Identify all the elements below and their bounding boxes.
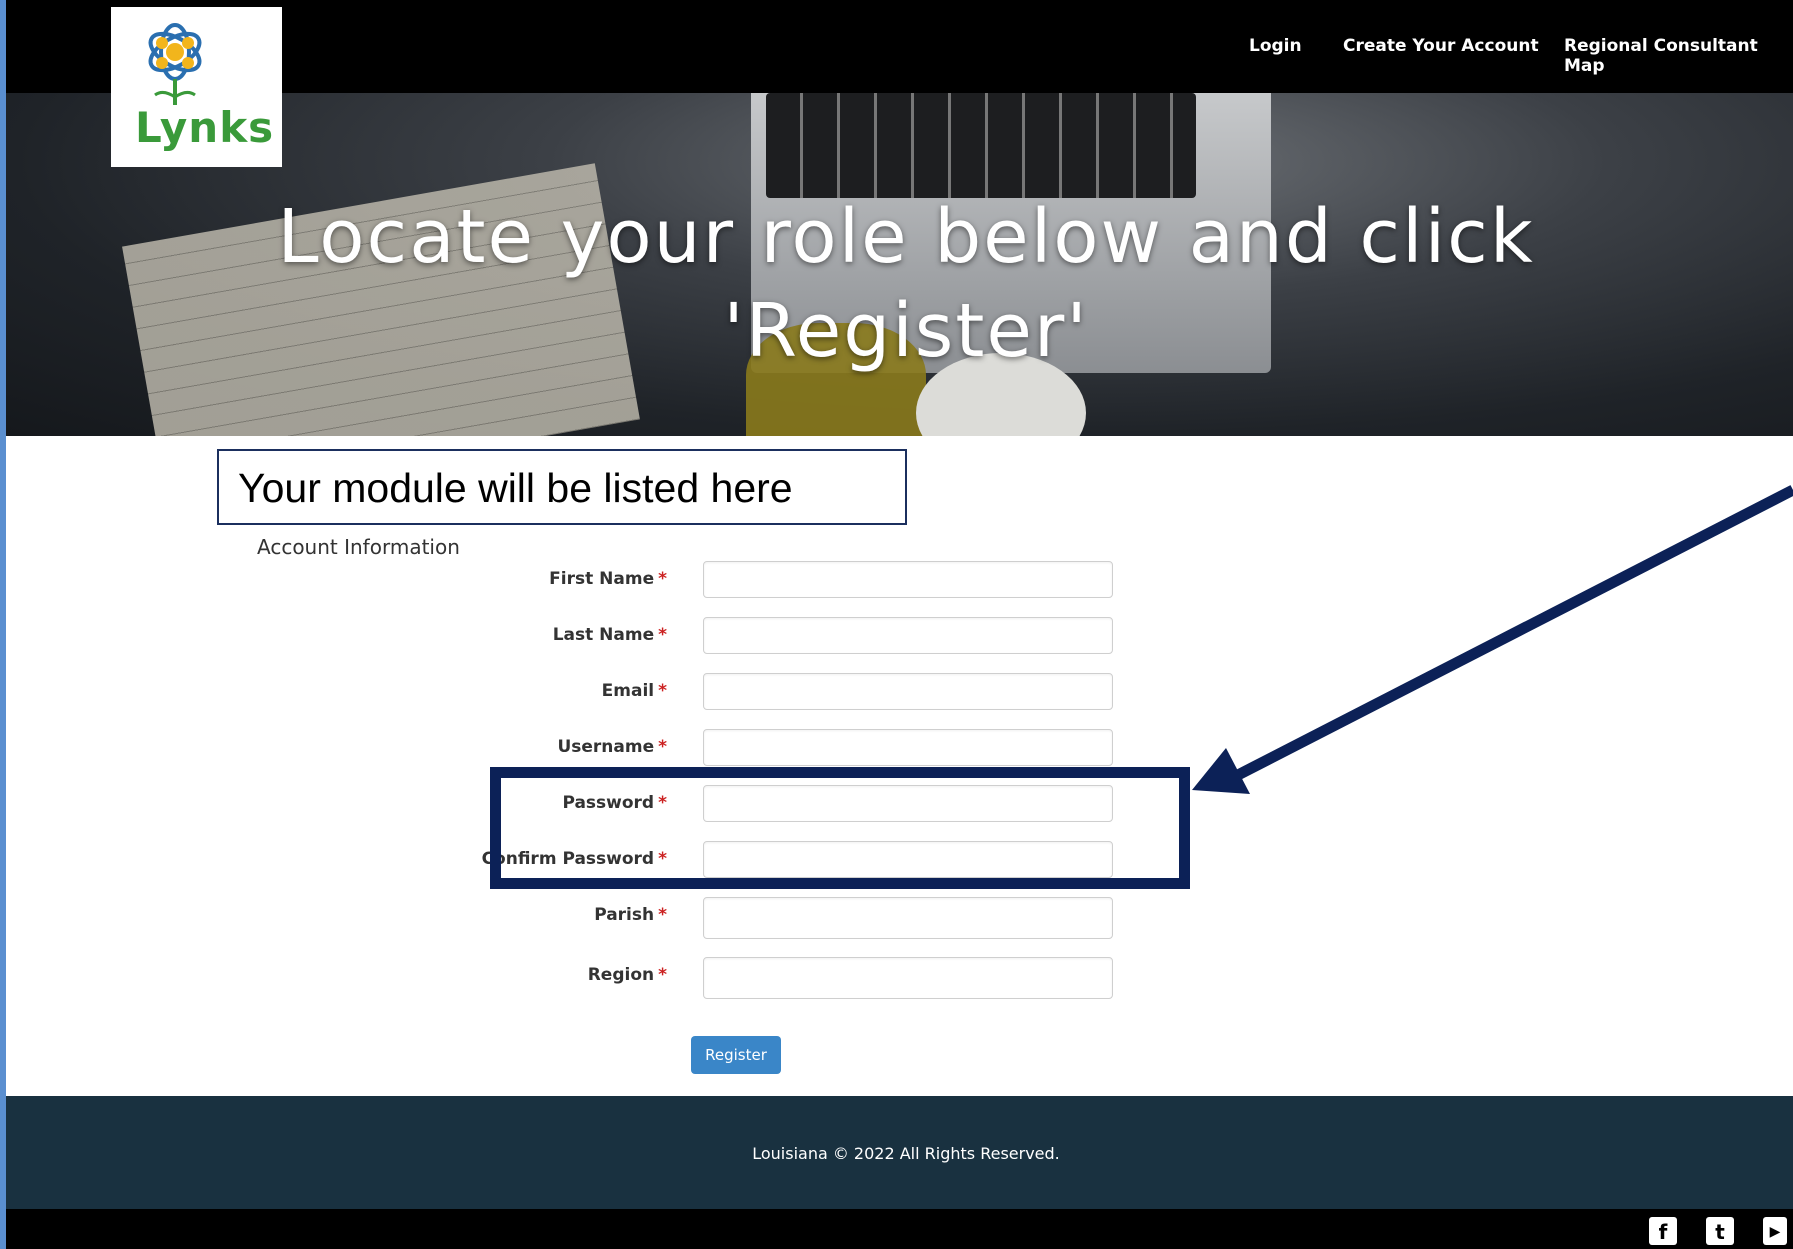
footer-copyright: Louisiana © 2022 All Rights Reserved. (752, 1144, 1060, 1163)
hero-title-line2: 'Register' (723, 288, 1089, 374)
slide: Login Create Your Account Regional Consu… (6, 0, 1793, 1249)
last-name-label-text: Last Name (552, 625, 655, 645)
required-marker: * (658, 737, 667, 757)
required-marker: * (658, 905, 667, 925)
password-input[interactable] (703, 785, 1113, 822)
confirm-password-input[interactable] (703, 841, 1113, 878)
parish-label-text: Parish (594, 905, 655, 925)
hero-title-line1: Locate your role below and click (277, 194, 1535, 280)
logo-text: Lynks (135, 103, 275, 152)
nav-regional-map-link[interactable]: Regional Consultant Map (1564, 36, 1793, 76)
register-button[interactable]: Register (691, 1036, 781, 1074)
region-label: Region * (588, 965, 667, 985)
email-input[interactable] (703, 673, 1113, 710)
parish-label: Parish * (594, 905, 667, 925)
callout-arrow-icon (1192, 485, 1793, 794)
first-name-label-text: First Name (549, 569, 655, 589)
nav-login-link[interactable]: Login (1249, 36, 1302, 56)
first-name-label: First Name * (549, 569, 667, 589)
required-marker: * (658, 569, 667, 589)
required-marker: * (658, 965, 667, 985)
required-marker: * (658, 625, 667, 645)
nav-create-account-link[interactable]: Create Your Account (1343, 36, 1539, 56)
bottom-bar (6, 1209, 1793, 1249)
required-marker: * (658, 849, 667, 869)
site-logo[interactable]: Lynks (111, 7, 282, 167)
last-name-input[interactable] (703, 617, 1113, 654)
confirm-password-label-text: Confirm Password (481, 849, 655, 869)
hero-keyboard-image (766, 93, 1196, 198)
password-label-text: Password (562, 793, 655, 813)
required-marker: * (658, 793, 667, 813)
twitter-icon[interactable]: t (1706, 1217, 1734, 1245)
account-info-heading: Account Information (257, 535, 460, 559)
email-label-text: Email (601, 681, 655, 701)
region-select[interactable] (703, 957, 1113, 999)
module-callout-text: Your module will be listed here (238, 465, 793, 511)
email-label: Email * (602, 681, 667, 701)
youtube-icon[interactable]: ▶ (1763, 1217, 1787, 1245)
username-label: Username * (557, 737, 667, 757)
parish-select[interactable] (703, 897, 1113, 939)
facebook-icon[interactable]: f (1649, 1217, 1677, 1245)
last-name-label: Last Name * (553, 625, 667, 645)
confirm-password-label: Confirm Password * (482, 849, 667, 869)
username-input[interactable] (703, 729, 1113, 766)
required-marker: * (658, 681, 667, 701)
username-label-text: Username (557, 737, 655, 757)
password-label: Password * (562, 793, 667, 813)
first-name-input[interactable] (703, 561, 1113, 598)
module-callout-box: Your module will be listed here (217, 449, 907, 525)
hero-title: Locate your role below and click 'Regist… (6, 190, 1793, 378)
region-label-text: Region (587, 965, 655, 985)
